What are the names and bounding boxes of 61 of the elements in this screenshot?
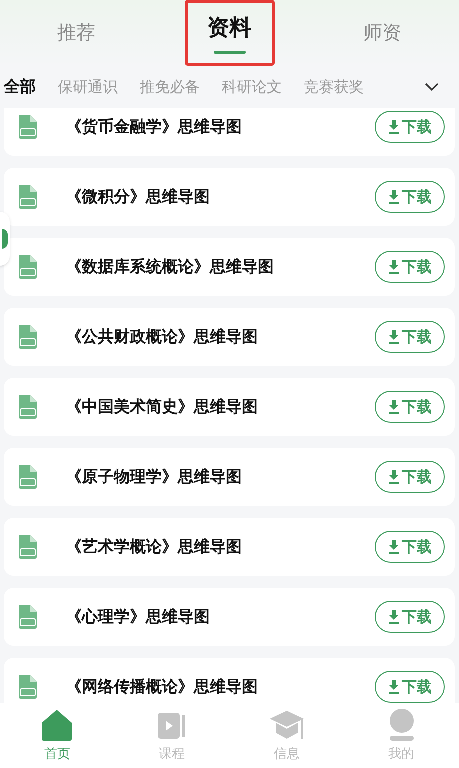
file-title: 《艺术学概论》思维导图 xyxy=(66,536,242,558)
download-icon xyxy=(388,400,400,414)
download-button[interactable]: 下载 xyxy=(375,111,445,143)
tab[interactable]: 推荐 xyxy=(38,0,116,66)
download-button[interactable]: 下载 xyxy=(375,391,445,423)
file-card[interactable]: 《公共财政概论》思维导图 下载 xyxy=(4,308,455,366)
pdf-file-icon xyxy=(18,325,38,349)
file-title: 《中国美术简史》思维导图 xyxy=(66,396,258,418)
file-card[interactable]: 《网络传播概论》思维导图 下载 xyxy=(4,658,455,703)
download-icon xyxy=(388,120,400,134)
pdf-file-icon xyxy=(18,255,38,279)
download-button[interactable]: 下载 xyxy=(375,531,445,563)
download-button[interactable]: 下载 xyxy=(375,251,445,283)
file-card[interactable]: 《数据库系统概论》思维导图 下载 xyxy=(4,238,455,296)
chevron-down-icon[interactable] xyxy=(425,82,439,92)
pdf-file-icon xyxy=(18,605,38,629)
nav-item[interactable]: 首页 xyxy=(0,703,115,768)
download-button[interactable]: 下载 xyxy=(375,461,445,493)
download-icon xyxy=(388,190,400,204)
download-button[interactable]: 下载 xyxy=(375,601,445,633)
file-card[interactable]: 《中国美术简史》思维导图 下载 xyxy=(4,378,455,436)
download-icon xyxy=(388,680,400,694)
category-tab[interactable]: 全部 xyxy=(4,75,36,99)
home-icon xyxy=(41,708,74,740)
file-title: 《数据库系统概论》思维导图 xyxy=(66,256,274,278)
file-title: 《心理学》思维导图 xyxy=(66,606,210,628)
download-icon xyxy=(388,470,400,484)
download-icon xyxy=(388,540,400,554)
pdf-file-icon xyxy=(18,675,38,699)
file-card[interactable]: 《心理学》思维导图 下载 xyxy=(4,588,455,646)
category-tab[interactable]: 科研论文 xyxy=(222,76,282,98)
nav-item[interactable]: 信息 xyxy=(230,703,344,768)
nav-item[interactable]: 我的 xyxy=(344,703,459,768)
tab-underline xyxy=(214,51,246,54)
download-icon xyxy=(388,330,400,344)
file-card[interactable]: 《微积分》思维导图 下载 xyxy=(4,168,455,226)
pdf-file-icon xyxy=(18,395,38,419)
download-icon xyxy=(388,610,400,624)
pdf-file-icon xyxy=(18,185,38,209)
tab[interactable]: 师资 xyxy=(344,0,422,66)
file-title: 《原子物理学》思维导图 xyxy=(66,466,242,488)
category-tab[interactable]: 推免必备 xyxy=(140,76,200,98)
file-title: 《货币金融学》思维导图 xyxy=(66,116,242,138)
tab[interactable]: 资料 xyxy=(184,0,274,66)
file-card[interactable]: 《货币金融学》思维导图 下载 xyxy=(4,108,455,156)
file-card[interactable]: 《原子物理学》思维导图 下载 xyxy=(4,448,455,506)
pdf-file-icon xyxy=(18,465,38,489)
download-icon xyxy=(388,260,400,274)
download-button[interactable]: 下载 xyxy=(375,181,445,213)
category-tab[interactable]: 保研通识 xyxy=(58,76,118,98)
file-title: 《公共财政概论》思维导图 xyxy=(66,326,258,348)
nav-item[interactable]: 课程 xyxy=(114,703,230,768)
file-card[interactable]: 《艺术学概论》思维导图 下载 xyxy=(4,518,455,576)
graduation-cap-icon xyxy=(268,708,305,740)
category-tab[interactable]: 竞赛获奖 xyxy=(304,76,364,98)
pdf-file-icon xyxy=(18,535,38,559)
download-button[interactable]: 下载 xyxy=(375,321,445,353)
file-title: 《网络传播概论》思维导图 xyxy=(66,676,258,698)
pdf-file-icon xyxy=(18,115,38,139)
file-title: 《微积分》思维导图 xyxy=(66,186,210,208)
video-icon xyxy=(157,710,188,740)
